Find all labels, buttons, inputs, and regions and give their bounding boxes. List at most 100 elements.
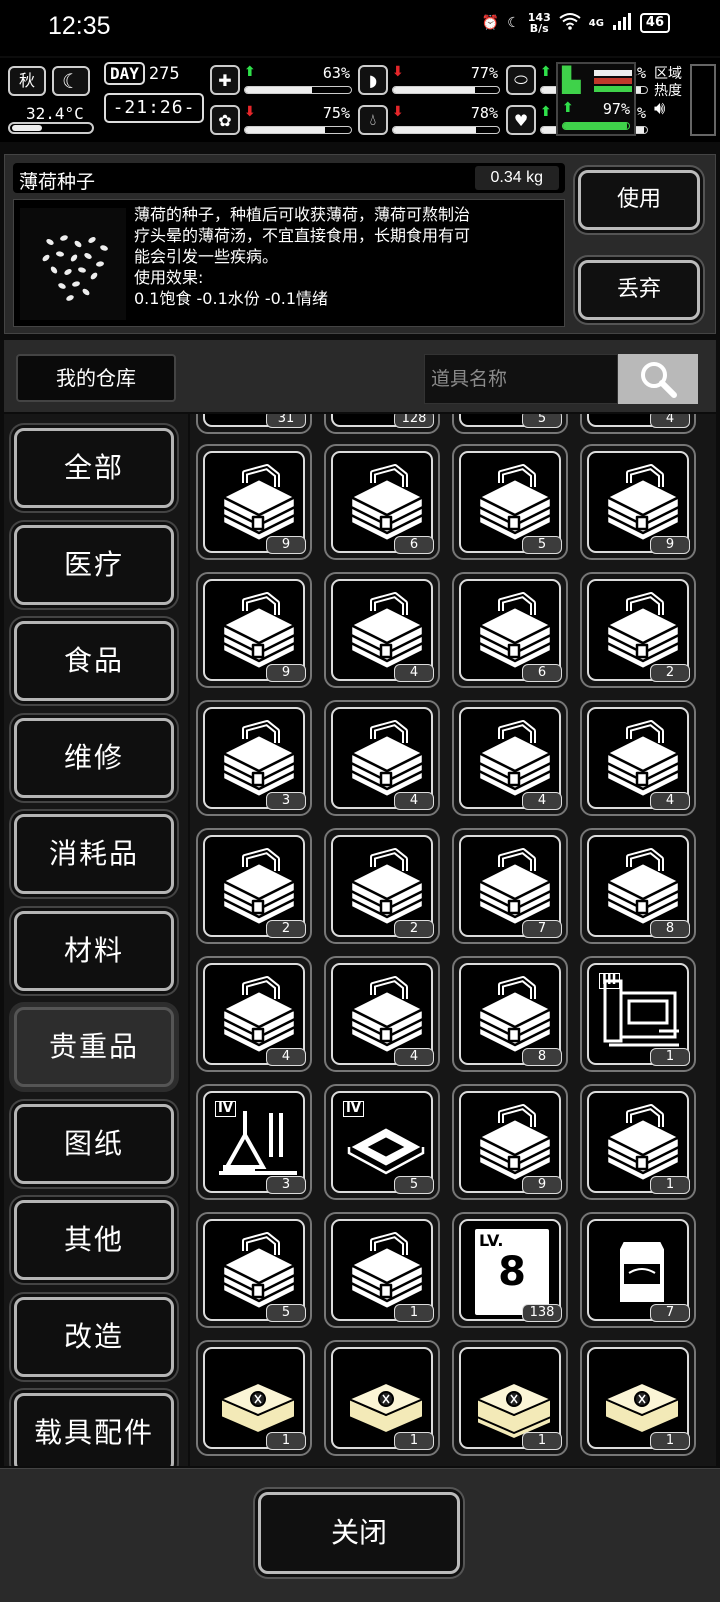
item-count: 7: [650, 1304, 690, 1322]
stat-meter: ⬇ 77%: [392, 64, 500, 96]
inventory-slot[interactable]: 8: [452, 956, 568, 1072]
inventory-slot[interactable]: 4: [580, 700, 696, 816]
inventory-slot[interactable]: 1: [324, 1340, 440, 1456]
desc-line: 能会引发一些疾病。: [134, 247, 279, 266]
category-tab[interactable]: 材料: [14, 910, 174, 991]
trend-arrow-icon: ⬇: [392, 64, 404, 80]
stat-value: 75%: [322, 104, 350, 122]
signal-icon: [612, 12, 632, 34]
temperature: 32.4°C: [26, 104, 84, 123]
item-count: 3: [266, 792, 306, 810]
speaker-icon[interactable]: 🔊︎: [654, 100, 684, 118]
trend-arrow-icon: ⬆: [540, 64, 552, 80]
category-tab[interactable]: 医疗: [14, 524, 174, 605]
category-tab[interactable]: 图纸: [14, 1103, 174, 1184]
inventory-slot[interactable]: 6: [452, 572, 568, 688]
inventory-slot[interactable]: 2: [196, 828, 312, 944]
inventory-slot[interactable]: 1: [580, 1340, 696, 1456]
item-count: 9: [266, 664, 306, 682]
inventory-slot[interactable]: 5: [452, 444, 568, 560]
item-count: 1: [266, 1432, 306, 1450]
inventory-slot[interactable]: 2: [580, 572, 696, 688]
book-level: LV.: [479, 1231, 504, 1250]
battery-indicator: 46: [639, 13, 670, 33]
category-tab[interactable]: 改造: [14, 1296, 174, 1377]
stat-value: 97%: [602, 100, 630, 118]
inventory-slot[interactable]: 31: [196, 414, 312, 434]
inventory-slot[interactable]: 9: [196, 444, 312, 560]
item-count: 2: [650, 664, 690, 682]
inventory-slot[interactable]: 7: [452, 828, 568, 944]
inventory-slot[interactable]: 9: [452, 1084, 568, 1200]
inventory-slot[interactable]: 1: [580, 1084, 696, 1200]
close-button[interactable]: 关闭: [258, 1492, 460, 1574]
inventory-slot[interactable]: 7: [580, 1212, 696, 1328]
item-count: 4: [266, 1048, 306, 1066]
category-tab[interactable]: 消耗品: [14, 814, 174, 894]
book-number: 8: [498, 1249, 526, 1295]
inventory-slot[interactable]: 9: [580, 444, 696, 560]
category-tab[interactable]: 其他: [14, 1200, 174, 1280]
inventory-slot[interactable]: 128: [324, 414, 440, 434]
inventory-slot[interactable]: 4: [324, 956, 440, 1072]
category-tab[interactable]: 贵重品: [14, 1007, 174, 1087]
inventory-slot[interactable]: 8: [580, 828, 696, 944]
item-count: 5: [522, 536, 562, 554]
search-button[interactable]: [618, 354, 698, 404]
stat-bar: [392, 86, 500, 94]
category-sidebar: 全部医疗食品维修消耗品材料贵重品图纸其他改造载具配件: [4, 414, 188, 1466]
item-count: 2: [266, 920, 306, 938]
item-count: 4: [650, 414, 690, 428]
inventory-slot[interactable]: LV. 8 138: [452, 1212, 568, 1328]
category-tab[interactable]: 载具配件: [14, 1393, 174, 1466]
stat-brain: ✿ ⬇ 75%: [210, 102, 352, 138]
inventory-slot[interactable]: 9: [196, 572, 312, 688]
inventory-slot[interactable]: 1: [452, 1340, 568, 1456]
inventory-slot[interactable]: 4: [452, 700, 568, 816]
drop-button[interactable]: 丢弃: [578, 260, 700, 320]
night-moon-icon: ☾: [52, 66, 90, 96]
inventory-slot[interactable]: 3: [196, 700, 312, 816]
inventory-slot[interactable]: 4: [196, 956, 312, 1072]
medkit-icon: ✚: [210, 65, 240, 95]
inventory-slot[interactable]: 1: [196, 1340, 312, 1456]
inventory-slot[interactable]: IV 3: [196, 1084, 312, 1200]
stat-bar: [562, 122, 630, 130]
net-speed-unit: B/s: [529, 22, 549, 35]
area-heat: 区域热度 🔊︎: [654, 66, 684, 118]
inventory-grid: 31 128 5 4 9 6 5 9 9 4 6 2 3 4 4 4 2 2 7…: [190, 414, 716, 1466]
day-clock-panel: DAY 275 -21:26-: [104, 62, 204, 134]
item-description: 薄荷的种子，种植后可收获薄荷，薄荷可熬制治 疗头晕的薄荷汤，不宜直接食用，长期食…: [134, 204, 562, 309]
warehouse-bar: 我的仓库: [4, 340, 716, 412]
warehouse-label[interactable]: 我的仓库: [16, 354, 176, 402]
network-type: 4G: [588, 17, 604, 29]
inventory-slot[interactable]: 1: [324, 1212, 440, 1328]
trend-arrow-icon: ⬆: [540, 104, 552, 120]
item-count: 31: [266, 414, 306, 428]
category-tab[interactable]: 食品: [14, 621, 174, 701]
use-button[interactable]: 使用: [578, 170, 700, 230]
inventory-slot[interactable]: 5: [196, 1212, 312, 1328]
day-number: 275: [148, 63, 180, 84]
category-tab[interactable]: 全部: [14, 428, 174, 508]
inventory-slot[interactable]: 4: [580, 414, 696, 434]
stat-boot: ▙ ⬆ 97%: [556, 62, 636, 136]
flag-stripes: [594, 70, 632, 92]
category-tab[interactable]: 维修: [14, 717, 174, 798]
inventory-slot[interactable]: 4: [324, 572, 440, 688]
item-count: 8: [522, 1048, 562, 1066]
item-search-input[interactable]: [424, 354, 618, 404]
inventory-slot[interactable]: III 1: [580, 956, 696, 1072]
inventory-slot[interactable]: 6: [324, 444, 440, 560]
inventory-slot[interactable]: 5: [452, 414, 568, 434]
item-count: 4: [394, 664, 434, 682]
inventory-slot[interactable]: 2: [324, 828, 440, 944]
stat-bar: [244, 126, 352, 134]
alarm-icon: ⏰: [481, 15, 500, 31]
inventory-slot[interactable]: 4: [324, 700, 440, 816]
item-name-bar: 薄荷种子 0.34 kg: [13, 163, 565, 193]
item-count: 9: [266, 536, 306, 554]
stat-bar-fill: [393, 87, 475, 93]
status-bar: 12:35 ⏰ ☾ 143 B/s 4G 46: [0, 0, 720, 56]
inventory-slot[interactable]: IV 5: [324, 1084, 440, 1200]
